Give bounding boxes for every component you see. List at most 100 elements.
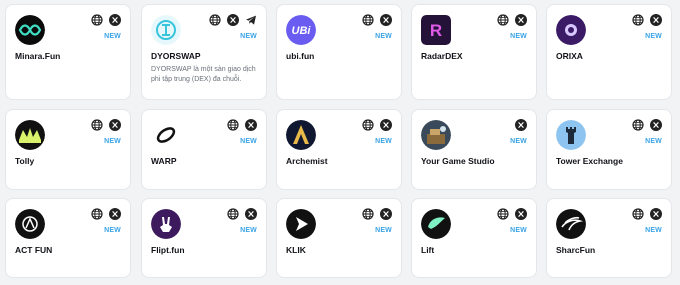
new-badge: NEW xyxy=(645,138,662,145)
x-icon[interactable] xyxy=(515,208,527,220)
project-card[interactable]: NEW Flipt.fun xyxy=(141,198,267,278)
new-badge: NEW xyxy=(510,138,527,145)
project-card[interactable]: NEW Archemist xyxy=(276,109,402,190)
x-icon[interactable] xyxy=(245,119,257,131)
project-grid: NEW Minara.Fun NEW DYORSWAP DYORSWAP là một … xyxy=(0,0,680,285)
project-name: DYORSWAP xyxy=(151,51,201,61)
social-links xyxy=(227,119,257,131)
new-badge: NEW xyxy=(375,138,392,145)
project-card[interactable]: NEW KLIK xyxy=(276,198,402,278)
social-links xyxy=(91,119,121,131)
project-logo xyxy=(151,15,181,45)
globe-icon[interactable] xyxy=(362,208,374,220)
social-links xyxy=(632,119,662,131)
globe-icon[interactable] xyxy=(632,119,644,131)
social-links xyxy=(632,208,662,220)
globe-icon[interactable] xyxy=(632,208,644,220)
new-badge: NEW xyxy=(240,227,257,234)
globe-icon[interactable] xyxy=(209,14,221,26)
new-badge: NEW xyxy=(104,33,121,40)
project-name: KLIK xyxy=(286,245,306,255)
social-links xyxy=(91,14,121,26)
social-links xyxy=(515,119,527,131)
project-logo xyxy=(286,209,316,239)
project-card[interactable]: NEW Tower Exchange xyxy=(546,109,672,190)
social-links xyxy=(362,14,392,26)
x-icon[interactable] xyxy=(109,14,121,26)
project-card[interactable]: NEW Lift xyxy=(411,198,537,278)
project-logo xyxy=(15,120,45,150)
new-badge: NEW xyxy=(240,138,257,145)
project-card[interactable]: NEW ORIXA xyxy=(546,4,672,100)
project-card[interactable]: NEW Your Game Studio xyxy=(411,109,537,190)
project-card[interactable]: NEW DYORSWAP DYORSWAP là một sàn giao dịch… xyxy=(141,4,267,100)
social-links xyxy=(632,14,662,26)
x-icon[interactable] xyxy=(650,14,662,26)
project-logo xyxy=(15,15,45,45)
project-logo: R xyxy=(421,15,451,45)
social-links xyxy=(227,208,257,220)
globe-icon[interactable] xyxy=(91,14,103,26)
project-logo xyxy=(286,120,316,150)
social-links xyxy=(497,208,527,220)
project-name: Archemist xyxy=(286,156,328,166)
x-icon[interactable] xyxy=(650,208,662,220)
globe-icon[interactable] xyxy=(91,208,103,220)
project-name: ACT FUN xyxy=(15,245,53,255)
x-icon[interactable] xyxy=(380,119,392,131)
globe-icon[interactable] xyxy=(632,14,644,26)
x-icon[interactable] xyxy=(245,208,257,220)
project-logo xyxy=(151,120,181,150)
project-name: Tower Exchange xyxy=(556,156,623,166)
x-icon[interactable] xyxy=(109,208,121,220)
telegram-icon[interactable] xyxy=(245,14,257,26)
x-icon[interactable] xyxy=(227,14,239,26)
project-name: RadarDEX xyxy=(421,51,463,61)
globe-icon[interactable] xyxy=(227,119,239,131)
project-description: DYORSWAP là một sàn giao dịch phi tập tr… xyxy=(151,66,256,83)
x-icon[interactable] xyxy=(380,208,392,220)
project-logo xyxy=(556,209,586,239)
new-badge: NEW xyxy=(375,227,392,234)
svg-text:R: R xyxy=(430,21,442,40)
project-name: ubi.fun xyxy=(286,51,315,61)
new-badge: NEW xyxy=(645,227,662,234)
social-links xyxy=(497,14,527,26)
project-name: ORIXA xyxy=(556,51,583,61)
project-card[interactable]: NEW WARP xyxy=(141,109,267,190)
new-badge: NEW xyxy=(375,33,392,40)
x-icon[interactable] xyxy=(380,14,392,26)
x-icon[interactable] xyxy=(650,119,662,131)
globe-icon[interactable] xyxy=(227,208,239,220)
project-logo: UBi xyxy=(286,15,316,45)
project-name: SharcFun xyxy=(556,245,596,255)
new-badge: NEW xyxy=(104,138,121,145)
project-name: Lift xyxy=(421,245,435,255)
project-card[interactable]: NEW ACT FUN xyxy=(5,198,131,278)
project-card[interactable]: UBi NEW ubi.fun xyxy=(276,4,402,100)
project-name: Minara.Fun xyxy=(15,51,61,61)
project-card[interactable]: R NEW RadarDEX xyxy=(411,4,537,100)
new-badge: NEW xyxy=(104,227,121,234)
project-name: Flipt.fun xyxy=(151,245,185,255)
svg-text:UBi: UBi xyxy=(292,25,312,37)
x-icon[interactable] xyxy=(515,119,527,131)
project-logo xyxy=(556,15,586,45)
globe-icon[interactable] xyxy=(91,119,103,131)
globe-icon[interactable] xyxy=(362,119,374,131)
project-card[interactable]: NEW Tolly xyxy=(5,109,131,190)
project-logo xyxy=(421,209,451,239)
social-links xyxy=(209,14,257,26)
project-card[interactable]: NEW SharcFun xyxy=(546,198,672,278)
project-logo xyxy=(556,120,586,150)
project-card[interactable]: NEW Minara.Fun xyxy=(5,4,131,100)
project-name: Tolly xyxy=(15,156,35,166)
globe-icon[interactable] xyxy=(362,14,374,26)
globe-icon[interactable] xyxy=(497,14,509,26)
project-name: WARP xyxy=(151,156,177,166)
new-badge: NEW xyxy=(645,33,662,40)
globe-icon[interactable] xyxy=(497,208,509,220)
x-icon[interactable] xyxy=(515,14,527,26)
x-icon[interactable] xyxy=(109,119,121,131)
new-badge: NEW xyxy=(510,227,527,234)
